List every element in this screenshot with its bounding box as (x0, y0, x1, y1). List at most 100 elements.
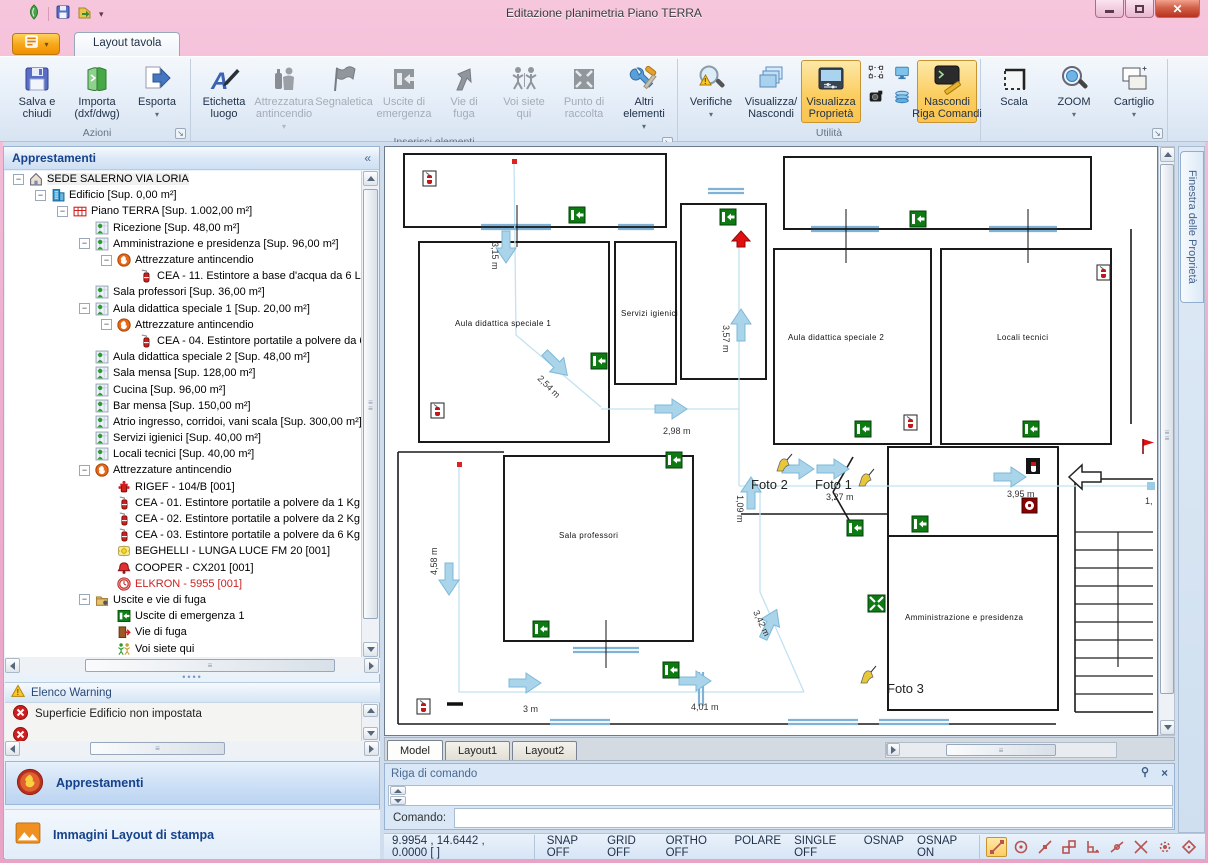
exit-sign-icon[interactable] (569, 207, 585, 223)
warning-item[interactable]: Superficie Edificio non impostata (5, 703, 363, 725)
tree-item[interactable]: −Attrezzature antincendio (5, 252, 362, 268)
osnap-midpoint-button[interactable] (1034, 837, 1055, 857)
photo-marker[interactable]: Foto 3 (861, 666, 924, 696)
tree-item[interactable]: −Piano TERRA [Sup. 1.002,00 m²] (5, 203, 362, 219)
exit-sign-icon[interactable] (910, 211, 926, 227)
warning-horizontal-scrollbar[interactable]: ≡ (5, 741, 380, 757)
tree-item[interactable]: Servizi igienici [Sup. 40,00 m²] (5, 430, 362, 446)
tree-item[interactable]: Voi siete qui (5, 640, 362, 656)
tree-item[interactable]: Locali tecnici [Sup. 40,00 m²] (5, 446, 362, 462)
tree-item[interactable]: CEA - 11. Estintore a base d'acqua da 6 … (5, 268, 362, 284)
tree-item[interactable]: Cucina [Sup. 96,00 m²] (5, 381, 362, 397)
tree-item[interactable]: −Edificio [Sup. 0,00 m²] (5, 187, 362, 203)
exit-sign-icon[interactable] (720, 209, 736, 225)
osnap-intersection-button[interactable] (1130, 837, 1151, 857)
extinguisher-icon[interactable] (1097, 265, 1110, 280)
toggle-single-off[interactable]: SINGLE OFF (794, 835, 851, 859)
exit-sign-icon[interactable] (663, 662, 679, 678)
you-are-here-icon[interactable] (732, 231, 750, 247)
osnap-insertion-button[interactable] (1058, 837, 1079, 857)
tree-item[interactable]: −SEDE SALERNO VIA LORIA (5, 171, 362, 187)
tree-item[interactable]: COOPER - CX201 [001] (5, 560, 362, 576)
tree-item[interactable]: Uscite di emergenza 1 (5, 608, 362, 624)
salva-e-chiudi-button[interactable]: Salva echiudi (7, 60, 67, 123)
tree-item[interactable]: CEA - 02. Estintore portatile a polvere … (5, 511, 362, 527)
toggle-polare[interactable]: POLARE (734, 835, 781, 859)
hydrant-flag-icon[interactable] (1143, 439, 1154, 454)
sheet-tab-layout2[interactable]: Layout2 (512, 741, 577, 760)
tab-layout-tavola[interactable]: Layout tavola (74, 32, 180, 56)
tree-item[interactable]: Ricezione [Sup. 48,00 m²] (5, 220, 362, 236)
exit-sign-icon[interactable] (533, 621, 549, 637)
collapse-icon[interactable]: « (364, 151, 371, 165)
maximize-button[interactable] (1125, 0, 1154, 18)
exit-sign-icon[interactable] (847, 520, 863, 536)
etichetta-luogo-button[interactable]: A Etichettaluogo (194, 60, 254, 123)
altri-elementi-button[interactable]: Altrielementi▾ (614, 60, 674, 135)
exit-sign-icon[interactable] (591, 353, 607, 369)
extinguisher-icon[interactable] (431, 403, 444, 418)
snapshot-button[interactable] (864, 88, 888, 110)
tree-item[interactable]: CEA - 01. Estintore portatile a polvere … (5, 495, 362, 511)
extinguisher-icon[interactable] (423, 171, 436, 186)
osnap-node-button[interactable] (1154, 837, 1175, 857)
toggle-osnap-on[interactable]: OSNAP ON (917, 835, 967, 859)
canvas-vertical-scrollbar[interactable]: ≡≡ (1158, 146, 1175, 736)
expander-icon[interactable]: − (35, 190, 46, 201)
hose-reel-icon[interactable] (1022, 498, 1037, 513)
extinguisher-icon[interactable] (904, 415, 917, 430)
expander-icon[interactable]: − (101, 319, 112, 330)
verifiche-button[interactable]: ! Verifiche▾ (681, 60, 741, 123)
cartiglio-button[interactable]: Cartiglio▾ (1104, 60, 1164, 123)
tree-item[interactable]: Aula didattica speciale 2 [Sup. 48,00 m²… (5, 349, 362, 365)
tree-item[interactable]: Atrio ingresso, corridoi, vani scala [Su… (5, 414, 362, 430)
warning-panel-header[interactable]: ! Elenco Warning (5, 682, 380, 703)
osnap-endpoint-button[interactable] (986, 837, 1007, 857)
monitor-button[interactable] (890, 64, 914, 86)
tree-item[interactable]: CEA - 04. Estintore portatile a polvere … (5, 333, 362, 349)
esporta-button[interactable]: Esporta▾ (127, 60, 187, 123)
exit-sign-icon[interactable] (855, 421, 871, 437)
tree-item[interactable]: −Amministrazione e presidenza [Sup. 96,0… (5, 236, 362, 252)
warning-item-partial[interactable] (5, 725, 363, 741)
expander-icon[interactable]: − (101, 255, 112, 266)
nascondi-riga-comandi-button[interactable]: NascondiRiga Comandi (917, 60, 977, 123)
scala-button[interactable]: Scala (984, 60, 1044, 111)
toggle-ortho-off[interactable]: ORTHO OFF (666, 835, 722, 859)
tree-item[interactable]: −Uscite e vie di fuga (5, 592, 362, 608)
expander-icon[interactable]: − (79, 594, 90, 605)
assembly-point-icon[interactable] (868, 595, 885, 612)
exit-sign-icon[interactable] (666, 452, 682, 468)
warning-vertical-scrollbar[interactable] (361, 703, 378, 741)
canvas-horizontal-scrollbar[interactable]: ≡ (885, 742, 1117, 758)
extinguisher-cabinet-icon[interactable] (1026, 458, 1040, 474)
select-area-button[interactable] (864, 64, 888, 86)
floor-plan-canvas[interactable]: 3,15 m2,54 m2,98 m3,57 m4,58 m3 m4,01 m1… (384, 146, 1158, 736)
importa-dxf-dwg--button[interactable]: Importa(dxf/dwg) (67, 60, 127, 123)
application-menu-button[interactable]: ▾ (12, 33, 60, 55)
dialog-launcher-icon[interactable]: ↘ (1152, 128, 1163, 139)
toggle-snap-off[interactable]: SNAP OFF (547, 835, 594, 859)
toggle-grid-off[interactable]: GRID OFF (607, 835, 652, 859)
dialog-launcher-icon[interactable]: ↘ (175, 128, 186, 139)
exit-sign-icon[interactable] (912, 516, 928, 532)
expander-icon[interactable]: − (13, 174, 24, 185)
tree-item[interactable]: Bar mensa [Sup. 150,00 m²] (5, 398, 362, 414)
tree-item[interactable]: ELKRON - 5955 [001] (5, 576, 362, 592)
sidebar-item-immagini-layout[interactable]: Immagini Layout di stampa (5, 809, 380, 859)
tree-item[interactable]: −Attrezzature antincendio (5, 317, 362, 333)
tree-item[interactable]: Sala professori [Sup. 36,00 m²] (5, 284, 362, 300)
expander-icon[interactable]: − (79, 303, 90, 314)
toggle-osnap[interactable]: OSNAP (864, 835, 904, 859)
panel-splitter[interactable]: •••• (4, 674, 381, 682)
osnap-perpendicular-button[interactable] (1082, 837, 1103, 857)
tree-vertical-scrollbar[interactable]: ≡≡ (361, 171, 378, 657)
expander-icon[interactable]: − (57, 206, 68, 217)
sheet-tab-layout1[interactable]: Layout1 (445, 741, 510, 760)
tree-item[interactable]: BEGHELLI - LUNGA LUCE FM 20 [001] (5, 543, 362, 559)
exit-sign-icon[interactable] (1023, 421, 1039, 437)
osnap-nearest-button[interactable] (1106, 837, 1127, 857)
extinguisher-icon[interactable] (417, 699, 430, 714)
tree-item[interactable]: Sala mensa [Sup. 128,00 m²] (5, 365, 362, 381)
command-input[interactable] (454, 808, 1173, 828)
